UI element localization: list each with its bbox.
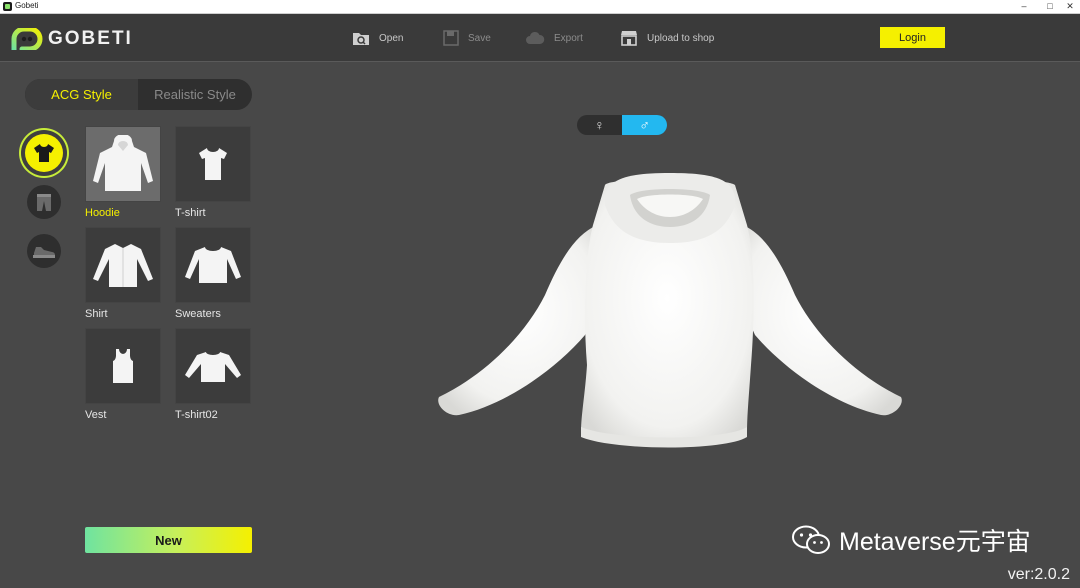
open-button[interactable]: Open xyxy=(352,29,403,47)
tab-realistic-style[interactable]: Realistic Style xyxy=(138,79,252,110)
sweater-thumbnail-icon xyxy=(185,247,241,283)
garment-thumbnail xyxy=(85,227,161,303)
cloud-export-icon xyxy=(526,31,545,44)
hoodie-thumbnail-icon xyxy=(93,135,153,191)
garment-label: Sweaters xyxy=(175,308,221,320)
garment-label: Vest xyxy=(85,409,107,421)
pants-icon xyxy=(37,194,51,211)
gender-toggle: ♀ ♂ xyxy=(577,115,667,135)
tab-acg-style[interactable]: ACG Style xyxy=(25,79,138,110)
app-header: GOBETI Open Save Export Upload to shop L… xyxy=(0,14,1080,62)
shop-icon xyxy=(621,31,637,46)
sneaker-icon xyxy=(33,247,55,258)
vest-thumbnail-icon xyxy=(113,349,133,383)
tshirt02-thumbnail-icon xyxy=(185,352,241,382)
garment-tshirt02[interactable]: T-shirt02 xyxy=(175,328,251,421)
save-button[interactable]: Save xyxy=(443,29,491,47)
tshirt-thumbnail-icon xyxy=(199,148,227,180)
wechat-icon xyxy=(792,525,830,554)
garment-label: T-shirt xyxy=(175,207,206,219)
garment-tshirt[interactable]: T-shirt xyxy=(175,126,251,219)
close-button[interactable]: ✕ xyxy=(1056,0,1080,13)
category-tops-button[interactable] xyxy=(25,134,63,172)
gobeti-logo-icon xyxy=(11,28,43,50)
window-titlebar: Gobeti – □ ✕ xyxy=(0,0,1080,14)
app-icon xyxy=(3,2,12,11)
hoodie-3d-preview[interactable] xyxy=(425,165,915,465)
save-label: Save xyxy=(468,32,491,44)
logo-text: GOBETI xyxy=(48,28,133,49)
watermark: Metaverse元宇宙 xyxy=(791,524,1031,556)
male-button[interactable]: ♂ xyxy=(622,115,667,135)
garment-thumbnail xyxy=(175,227,251,303)
window-title: Gobeti xyxy=(15,1,39,10)
garment-sweaters[interactable]: Sweaters xyxy=(175,227,251,320)
upload-to-shop-button[interactable]: Upload to shop xyxy=(620,29,714,47)
tshirt-icon xyxy=(34,144,54,162)
category-shoes-button[interactable] xyxy=(27,234,61,268)
shirt-thumbnail-icon xyxy=(93,244,153,287)
new-button[interactable]: New xyxy=(85,527,252,553)
garment-label: T-shirt02 xyxy=(175,409,218,421)
garment-thumbnail xyxy=(175,126,251,202)
export-label: Export xyxy=(554,32,583,44)
garment-hoodie[interactable]: Hoodie xyxy=(85,126,161,219)
garment-thumbnail xyxy=(85,126,161,202)
version-label: ver:2.0.2 xyxy=(1007,566,1070,583)
login-button[interactable]: Login xyxy=(880,27,945,48)
minimize-button[interactable]: – xyxy=(1010,0,1038,13)
style-toggle: ACG Style Realistic Style xyxy=(25,79,252,110)
upload-to-shop-label: Upload to shop xyxy=(647,32,715,44)
garment-shirt[interactable]: Shirt xyxy=(85,227,161,320)
export-button[interactable]: Export xyxy=(525,29,583,47)
open-label: Open xyxy=(379,32,404,44)
garment-label: Hoodie xyxy=(85,207,120,219)
watermark-text: Metaverse元宇宙 xyxy=(839,528,1031,556)
garment-vest[interactable]: Vest xyxy=(85,328,161,421)
save-icon xyxy=(443,30,459,46)
folder-search-icon xyxy=(353,33,369,45)
category-bottoms-button[interactable] xyxy=(27,185,61,219)
garment-label: Shirt xyxy=(85,308,108,320)
garment-thumbnail xyxy=(85,328,161,404)
garment-thumbnail xyxy=(175,328,251,404)
female-button[interactable]: ♀ xyxy=(577,115,622,135)
